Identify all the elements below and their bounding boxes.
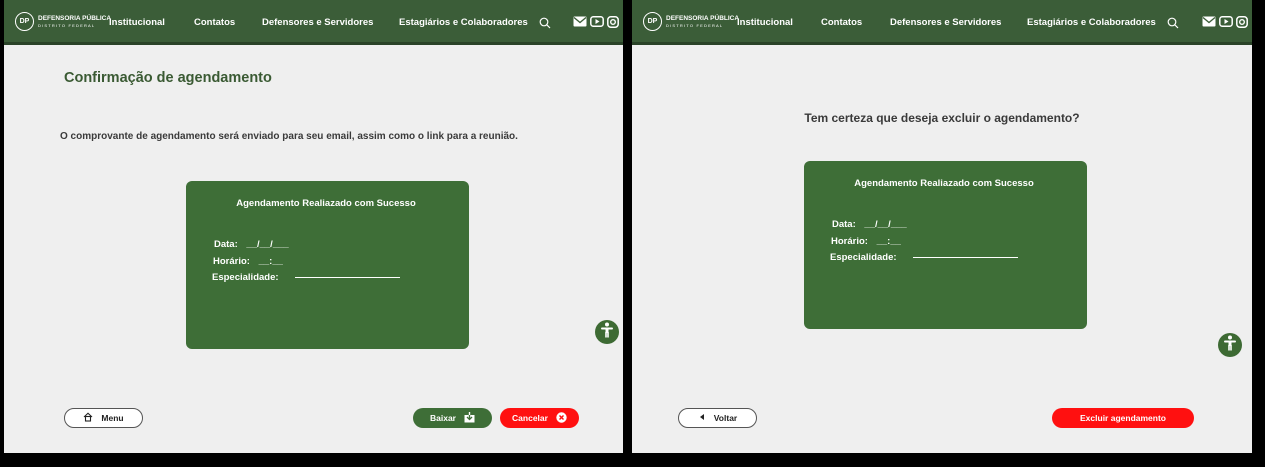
nav-contatos[interactable]: Contatos	[821, 17, 862, 28]
date-label: Data:	[214, 239, 238, 250]
date-value: __/__/___	[246, 239, 289, 250]
download-button[interactable]: Baixar	[413, 408, 492, 428]
specialty-line	[913, 256, 1019, 258]
logo-subtitle: DISTRITO FEDERAL	[38, 22, 96, 28]
logo[interactable]: DP DEFENSORIA PÚBLICA DISTRITO FEDERAL	[15, 12, 111, 31]
accessibility-button[interactable]	[1218, 333, 1242, 357]
logo[interactable]: DP DEFENSORIA PÚBLICA DISTRITO FEDERAL	[643, 12, 739, 31]
accessibility-icon	[1223, 335, 1237, 356]
cancel-button-label: Cancelar	[512, 413, 548, 423]
menu-button[interactable]: Menu	[64, 408, 143, 428]
menu-button-label: Menu	[101, 413, 124, 423]
appointment-card: Agendamento Realiazado com Sucesso Data:…	[804, 161, 1087, 329]
mail-icon[interactable]	[573, 16, 587, 28]
delete-appointment-button[interactable]: Excluir agendamento	[1052, 408, 1194, 428]
card-title: Agendamento Realiazado com Sucesso	[236, 198, 416, 209]
date-label: Data:	[832, 219, 856, 230]
logo-title: DEFENSORIA PÚBLICA	[666, 14, 740, 22]
nav-contatos[interactable]: Contatos	[194, 17, 235, 28]
appointment-card: Agendamento Realiazado com Sucesso Data:…	[186, 181, 469, 349]
instagram-icon[interactable]	[1236, 16, 1248, 28]
youtube-icon[interactable]	[590, 16, 604, 28]
nav-estagiarios[interactable]: Estagiários e Colaboradores	[399, 17, 528, 28]
close-icon	[556, 411, 567, 425]
back-button-label: Voltar	[713, 413, 738, 423]
card-title: Agendamento Realiazado com Sucesso	[854, 178, 1034, 189]
download-icon	[464, 411, 475, 425]
nav-defensores[interactable]: Defensores e Servidores	[262, 17, 373, 28]
back-button[interactable]: Voltar	[678, 408, 757, 428]
confirmation-screen: DP DEFENSORIA PÚBLICA DISTRITO FEDERAL I…	[4, 0, 623, 453]
accessibility-button[interactable]	[595, 320, 619, 344]
date-value: __/__/___	[864, 219, 907, 230]
delete-question: Tem certeza que deseja excluir o agendam…	[804, 111, 1080, 125]
page-title: Confirmação de agendamento	[64, 70, 272, 86]
nav-institucional[interactable]: Institucional	[109, 17, 165, 28]
mail-icon[interactable]	[1202, 16, 1216, 28]
email-info-text: O comprovante de agendamento será enviad…	[60, 131, 518, 142]
search-icon[interactable]	[539, 16, 551, 34]
time-value: __:__	[876, 236, 901, 247]
nav-defensores[interactable]: Defensores e Servidores	[890, 17, 1001, 28]
youtube-icon[interactable]	[1219, 16, 1233, 28]
back-arrow-icon	[698, 413, 706, 423]
specialty-label: Especialidade:	[212, 272, 279, 283]
logo-badge: DP	[643, 12, 662, 31]
logo-title: DEFENSORIA PÚBLICA	[38, 14, 112, 22]
time-label: Horário:	[831, 236, 868, 247]
top-navbar: DP DEFENSORIA PÚBLICA DISTRITO FEDERAL I…	[4, 0, 623, 45]
logo-subtitle: DISTRITO FEDERAL	[666, 22, 724, 28]
top-navbar: DP DEFENSORIA PÚBLICA DISTRITO FEDERAL I…	[632, 0, 1252, 45]
logo-badge: DP	[15, 12, 34, 31]
specialty-line	[295, 276, 401, 278]
time-label: Horário:	[213, 256, 250, 267]
home-icon	[83, 412, 93, 424]
accessibility-icon	[600, 322, 614, 343]
search-icon[interactable]	[1167, 16, 1179, 34]
nav-institucional[interactable]: Institucional	[737, 17, 793, 28]
delete-button-label: Excluir agendamento	[1080, 413, 1166, 423]
cancel-button[interactable]: Cancelar	[500, 408, 579, 428]
download-button-label: Baixar	[430, 413, 456, 423]
nav-estagiarios[interactable]: Estagiários e Colaboradores	[1027, 17, 1156, 28]
instagram-icon[interactable]	[607, 16, 619, 28]
time-value: __:__	[258, 256, 283, 267]
delete-confirmation-screen: DP DEFENSORIA PÚBLICA DISTRITO FEDERAL I…	[632, 0, 1252, 453]
specialty-label: Especialidade:	[830, 252, 897, 263]
